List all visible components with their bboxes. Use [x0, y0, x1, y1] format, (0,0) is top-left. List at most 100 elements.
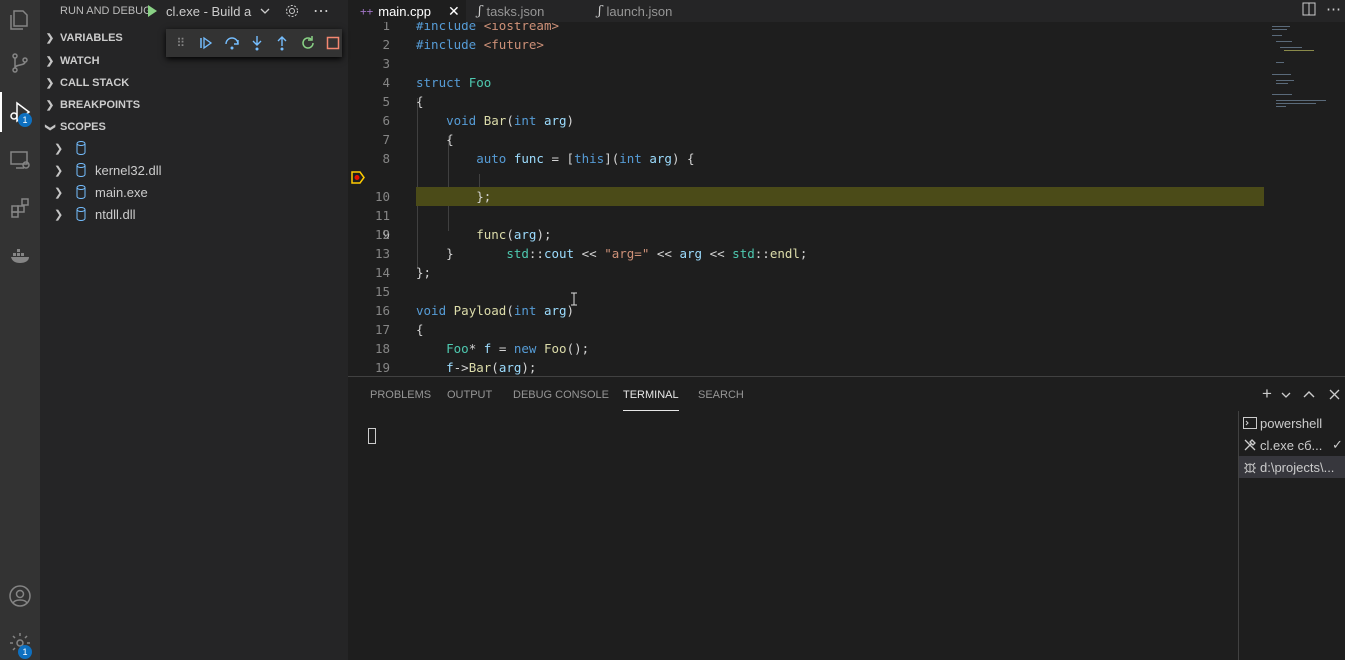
bottom-panel: PROBLEMS OUTPUT DEBUG CONSOLE TERMINAL S… [348, 376, 1345, 660]
code-line: 4 struct Foo [382, 75, 492, 90]
text-cursor-icon [571, 292, 577, 306]
database-icon [76, 207, 86, 221]
sidebar-title: RUN AND DEBUG [60, 5, 152, 17]
docker-icon[interactable] [0, 236, 40, 276]
code-line: 12 func(arg); [374, 227, 552, 242]
tab-label: tasks.json [486, 3, 545, 19]
account-icon[interactable] [0, 576, 40, 616]
tab-launch-json[interactable]: ʃ launch.json [598, 0, 708, 22]
code-line: 8 auto func = [this](int arg) { [382, 151, 695, 166]
chevron-right-icon: ❯ [54, 186, 64, 199]
tab-output[interactable]: OUTPUT [447, 377, 492, 411]
section-label: VARIABLES [60, 32, 123, 44]
tab-main-cpp[interactable]: ++ main.cpp ✕ [348, 0, 466, 22]
chevron-down-icon[interactable] [1281, 391, 1291, 399]
code-line: 3 [382, 56, 390, 71]
chevron-right-icon: ❯ [45, 55, 55, 67]
json-icon: ʃ [598, 3, 602, 19]
launch-config-select[interactable]: cl.exe - Build a ⋯ [148, 0, 329, 22]
current-line: 9 std::cout << "arg=" << arg << std::end… [348, 168, 1268, 261]
section-label: BREAKPOINTS [60, 99, 141, 111]
code-line: 14}; [374, 265, 432, 280]
code-line: 1 #include <iostream> [382, 22, 560, 33]
code-line: 10 }; [374, 189, 492, 204]
split-editor-icon[interactable] [1302, 2, 1316, 19]
database-icon [76, 185, 86, 199]
more-actions-icon[interactable]: ⋯ [313, 1, 329, 21]
chevron-right-icon: ❯ [54, 164, 64, 177]
section-breakpoints[interactable]: ❯ BREAKPOINTS [40, 94, 348, 116]
terminal-cursor[interactable] [368, 428, 376, 444]
code-line: 17{ [374, 322, 424, 337]
explorer-icon[interactable] [0, 0, 40, 40]
chevron-down-icon [260, 8, 270, 14]
chevron-right-icon: ❯ [45, 32, 55, 44]
scope-item[interactable]: ❯ ntdll.dll [40, 203, 348, 225]
run-debug-sidebar: RUN AND DEBUG cl.exe - Build a ⋯ ❯ VARIAB… [40, 0, 348, 660]
breakpoint-arrow-icon[interactable] [351, 171, 365, 184]
scope-item-label: kernel32.dll [95, 162, 162, 178]
tab-tasks-json[interactable]: ʃ tasks.json [478, 0, 583, 22]
json-icon: ʃ [478, 3, 482, 19]
terminal-label: cl.exe сб... [1260, 437, 1323, 453]
code-line: 19 f->Bar(arg); [374, 360, 537, 375]
code-line: 16 void Payload(int arg) [374, 303, 575, 318]
terminal-item-powershell[interactable]: powershell [1239, 412, 1345, 434]
editor-tabs: ++ main.cpp ✕ ʃ tasks.json ʃ launch.json… [348, 0, 1345, 22]
tab-debug-console[interactable]: DEBUG CONSOLE [513, 377, 609, 411]
scope-item[interactable]: ❯ main.exe [40, 181, 348, 203]
remote-explorer-icon[interactable] [0, 140, 40, 180]
more-actions-icon[interactable]: ⋯ [1326, 0, 1341, 18]
section-label: SCOPES [60, 121, 106, 133]
debug-icon [1240, 460, 1260, 474]
extensions-icon[interactable] [0, 188, 40, 228]
drag-handle-icon[interactable]: ⠿ [172, 34, 189, 52]
new-terminal-icon[interactable]: + [1262, 384, 1272, 404]
debug-badge: 1 [18, 113, 32, 127]
step-into-icon[interactable] [248, 34, 265, 52]
chevron-down-icon: ❯ [44, 122, 56, 132]
code-line: 15 [374, 284, 390, 299]
close-panel-icon[interactable] [1329, 389, 1340, 400]
chevron-right-icon: ❯ [45, 77, 55, 89]
terminal-label: d:\projects\... [1260, 459, 1335, 475]
code-line: 5{ [382, 94, 424, 109]
activity-bar: 1 1 [0, 0, 40, 660]
tab-search[interactable]: SEARCH [698, 377, 744, 411]
source-control-icon[interactable] [0, 43, 40, 83]
minimap[interactable] [1268, 22, 1338, 142]
start-debugging-icon[interactable] [148, 5, 157, 17]
code-line: 18 Foo* f = new Foo(); [374, 341, 590, 356]
code-line: 6 void Bar(int arg) [382, 113, 575, 128]
code-line: 13 } [374, 246, 454, 261]
section-call-stack[interactable]: ❯ CALL STACK [40, 72, 348, 94]
tab-terminal[interactable]: TERMINAL [623, 377, 679, 411]
step-out-icon[interactable] [274, 34, 291, 52]
code-line: 7 { [382, 132, 454, 147]
restart-icon[interactable] [299, 34, 316, 52]
code-editor[interactable]: 1 #include <iostream> 2 #include <future> … [348, 22, 1268, 376]
run-debug-icon[interactable]: 1 [0, 92, 40, 132]
chevron-right-icon: ❯ [45, 99, 55, 111]
check-icon: ✓ [1332, 437, 1343, 452]
chevron-right-icon: ❯ [54, 208, 64, 221]
scope-item[interactable]: ❯ kernel32.dll [40, 159, 348, 181]
editor-area: ++ main.cpp ✕ ʃ tasks.json ʃ launch.json… [348, 0, 1345, 376]
terminal-item-cl-exe[interactable]: cl.exe сб... ✓ [1239, 434, 1345, 456]
tab-problems[interactable]: PROBLEMS [370, 377, 431, 411]
step-over-icon[interactable] [223, 34, 240, 52]
scope-item-label: main.exe [95, 184, 148, 200]
terminal-label: powershell [1260, 415, 1323, 431]
launch-config-name: cl.exe - Build a [166, 3, 252, 19]
gear-icon[interactable] [284, 3, 300, 19]
close-icon[interactable]: ✕ [448, 3, 460, 20]
manage-gear-icon[interactable]: 1 [0, 623, 40, 660]
terminal-item-debug[interactable]: d:\projects\... [1239, 456, 1345, 478]
section-scopes[interactable]: ❯ SCOPES [40, 116, 348, 138]
stop-icon[interactable] [325, 34, 342, 52]
code-line: 2 #include <future> [382, 37, 544, 52]
maximize-panel-icon[interactable] [1303, 390, 1315, 398]
cpp-icon: ++ [360, 4, 374, 18]
continue-icon[interactable] [197, 34, 214, 52]
scope-item[interactable]: ❯ [40, 137, 348, 159]
